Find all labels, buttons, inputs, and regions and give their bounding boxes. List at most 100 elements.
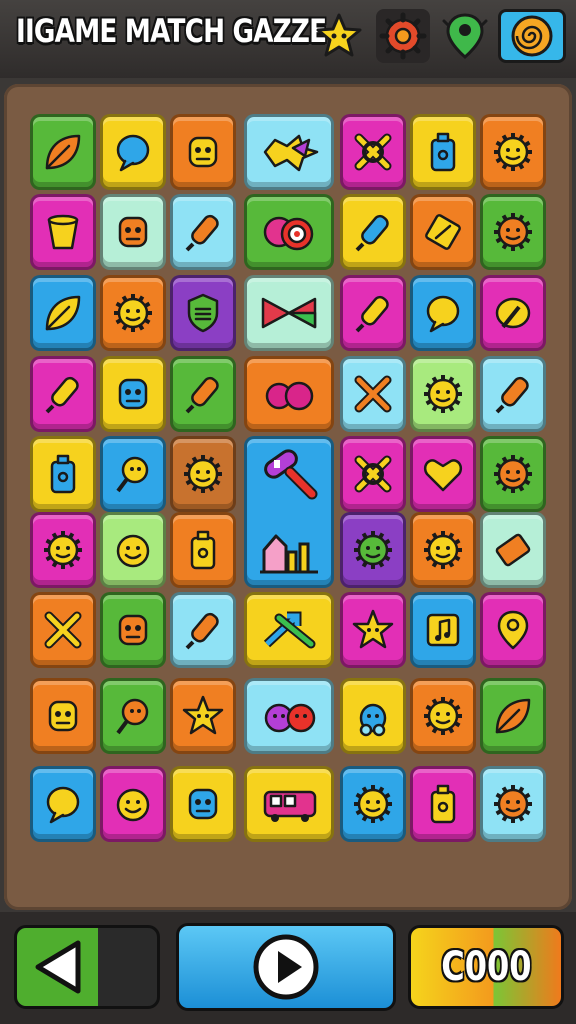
game-tile[interactable] xyxy=(340,275,406,351)
monster-icon xyxy=(48,700,78,732)
game-tile[interactable] xyxy=(170,678,236,754)
x-ring-icon xyxy=(354,455,392,493)
popsicle-icon xyxy=(185,214,219,252)
game-tile[interactable] xyxy=(170,512,236,588)
game-tile[interactable] xyxy=(410,512,476,588)
game-tile[interactable] xyxy=(244,678,334,754)
music-icon xyxy=(426,613,460,647)
bowtie-icon xyxy=(261,297,317,329)
game-tile[interactable] xyxy=(480,678,546,754)
game-tile[interactable] xyxy=(340,766,406,842)
game-tile-large[interactable] xyxy=(244,436,334,588)
game-tile[interactable] xyxy=(410,356,476,432)
game-tile[interactable] xyxy=(244,766,334,842)
game-tile[interactable] xyxy=(244,592,334,668)
acorn-icon xyxy=(359,703,387,737)
map-pin-icon[interactable] xyxy=(438,9,492,63)
game-tile[interactable] xyxy=(100,436,166,512)
game-tile[interactable] xyxy=(244,275,334,351)
leaf-icon xyxy=(495,698,531,734)
game-tile[interactable] xyxy=(30,356,96,432)
game-tile[interactable] xyxy=(100,678,166,754)
lion-icon xyxy=(184,455,222,493)
game-tile[interactable] xyxy=(170,194,236,270)
game-tile[interactable] xyxy=(30,512,96,588)
score-display: C000 xyxy=(408,925,564,1009)
game-tile[interactable] xyxy=(170,356,236,432)
monster-pair-icon xyxy=(264,703,316,733)
lollipop-icon xyxy=(116,456,149,493)
card-icon xyxy=(425,214,461,250)
play-button[interactable] xyxy=(176,923,396,1011)
game-tile[interactable] xyxy=(410,436,476,512)
chat-icon xyxy=(46,786,80,824)
sun-burst-icon xyxy=(494,133,532,171)
game-tile[interactable] xyxy=(30,436,96,512)
splat-icon xyxy=(263,134,319,172)
game-tile[interactable] xyxy=(100,766,166,842)
game-tile[interactable] xyxy=(480,194,546,270)
bag-icon xyxy=(50,454,76,494)
header-bar: IIGAME MATCH GAZZE xyxy=(0,0,576,78)
paint-icon xyxy=(495,297,531,329)
popsicle-icon xyxy=(495,376,529,414)
smile-gear-icon xyxy=(494,213,532,251)
game-tile[interactable] xyxy=(340,592,406,668)
game-tile[interactable] xyxy=(340,356,406,432)
game-tile[interactable] xyxy=(100,592,166,668)
game-tile[interactable] xyxy=(170,275,236,351)
game-tile[interactable] xyxy=(244,114,334,190)
robot-icon xyxy=(188,788,218,820)
game-tile[interactable] xyxy=(170,436,236,512)
game-tile[interactable] xyxy=(480,766,546,842)
game-tile[interactable] xyxy=(30,766,96,842)
game-tile[interactable] xyxy=(410,592,476,668)
game-tile[interactable] xyxy=(340,436,406,512)
game-tile[interactable] xyxy=(340,114,406,190)
game-tile[interactable] xyxy=(30,678,96,754)
swirl-icon[interactable] xyxy=(498,9,566,63)
game-tile[interactable] xyxy=(410,194,476,270)
game-tile[interactable] xyxy=(30,275,96,351)
game-tile[interactable] xyxy=(170,766,236,842)
game-tile[interactable] xyxy=(410,766,476,842)
puzzle-icon xyxy=(495,533,531,567)
back-arrow-icon xyxy=(35,940,81,994)
leaf-icon xyxy=(45,295,81,331)
balloon-icon xyxy=(426,295,460,333)
game-tile[interactable] xyxy=(480,356,546,432)
battery-icon xyxy=(430,784,456,824)
game-tile[interactable] xyxy=(340,678,406,754)
game-tile[interactable] xyxy=(410,275,476,351)
game-tile[interactable] xyxy=(410,678,476,754)
game-tile[interactable] xyxy=(30,114,96,190)
sun-icon xyxy=(424,697,462,735)
bottle-icon xyxy=(190,530,216,570)
game-tile[interactable] xyxy=(170,592,236,668)
smile-gear-icon xyxy=(494,455,532,493)
game-tile[interactable] xyxy=(480,436,546,512)
gear-icon[interactable] xyxy=(376,9,430,63)
x-ring-icon xyxy=(354,133,392,171)
game-tile[interactable] xyxy=(170,114,236,190)
game-tile[interactable] xyxy=(30,194,96,270)
game-tile[interactable] xyxy=(244,194,334,270)
back-button[interactable] xyxy=(14,925,160,1009)
game-tile[interactable] xyxy=(100,512,166,588)
game-tile[interactable] xyxy=(480,512,546,588)
battery-icon xyxy=(430,132,456,172)
game-tile[interactable] xyxy=(410,114,476,190)
game-tile[interactable] xyxy=(480,592,546,668)
game-tile[interactable] xyxy=(100,194,166,270)
game-tile[interactable] xyxy=(100,114,166,190)
game-tile[interactable] xyxy=(100,275,166,351)
star-icon xyxy=(182,695,224,735)
game-tile[interactable] xyxy=(30,592,96,668)
game-tile[interactable] xyxy=(244,356,334,432)
star-icon[interactable] xyxy=(312,9,366,63)
game-tile[interactable] xyxy=(340,194,406,270)
game-tile[interactable] xyxy=(480,275,546,351)
game-tile[interactable] xyxy=(100,356,166,432)
game-tile[interactable] xyxy=(340,512,406,588)
game-tile[interactable] xyxy=(480,114,546,190)
